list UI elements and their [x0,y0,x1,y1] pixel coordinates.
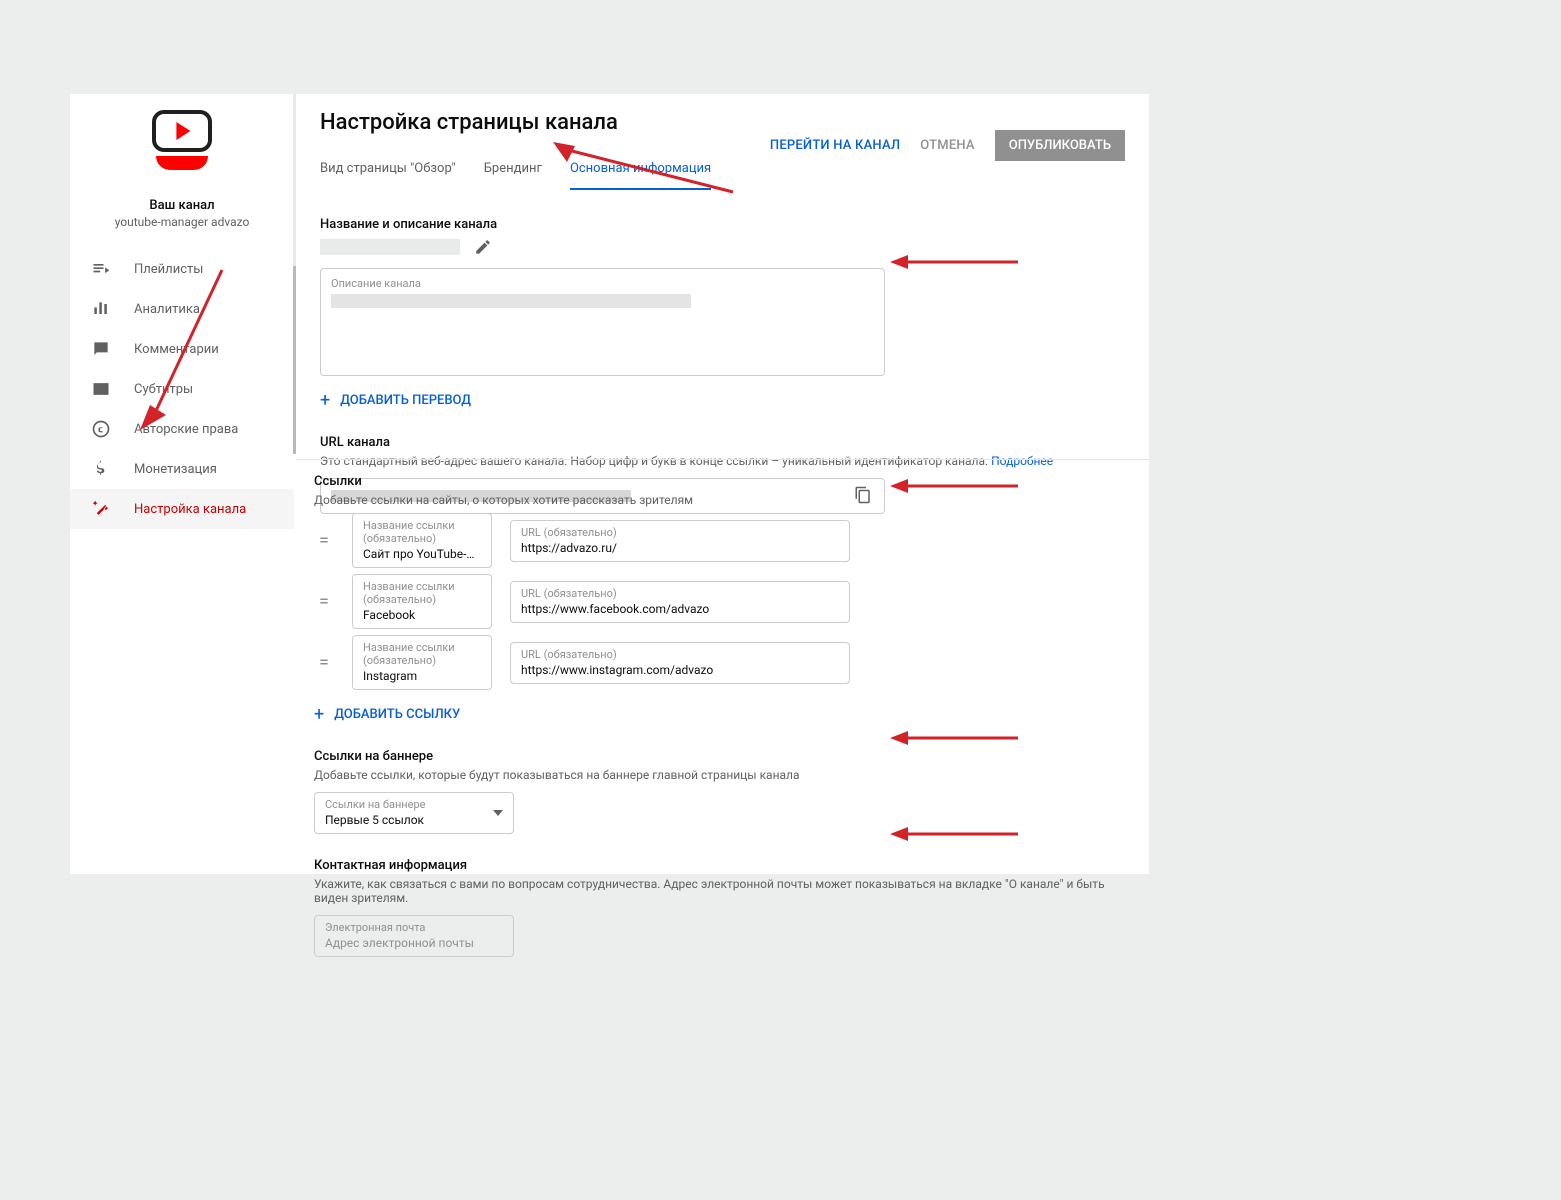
link-row: = Название ссылки (обязательно)Сайт про … [314,513,1125,568]
wand-icon [90,498,112,520]
drag-handle-icon[interactable]: = [314,530,334,551]
learn-more-link[interactable]: Подробнее [991,454,1053,468]
banner-links-select[interactable]: Ссылки на баннере Первые 5 ссылок [314,792,514,834]
sidebar-item-analytics[interactable]: Аналитика [70,289,294,329]
view-channel-link[interactable]: ПЕРЕЙТИ НА КАНАЛ [770,138,900,153]
analytics-icon [90,298,112,320]
link-url-input[interactable]: URL (обязательно)https://www.facebook.co… [510,581,850,623]
drag-handle-icon[interactable]: = [314,591,334,612]
link-url-input[interactable]: URL (обязательно)https://advazo.ru/ [510,520,850,562]
sidebar-item-monetization[interactable]: Монетизация [70,449,294,489]
tab-overview[interactable]: Вид страницы "Обзор" [320,153,456,190]
tab-basic-info[interactable]: Основная информация [570,153,711,190]
contact-section: Контактная информация Укажите, как связа… [314,858,1125,957]
link-name-input[interactable]: Название ссылки (обязательно)Facebook [352,574,492,629]
email-field[interactable]: Электронная почта Адрес электронной почт… [314,915,514,957]
channel-logo [145,110,219,184]
channel-title: Ваш канал [70,198,294,213]
sidebar-item-comments[interactable]: Комментарии [70,329,294,369]
comments-icon [90,338,112,360]
dollar-icon [90,458,112,480]
sidebar-item-copyright[interactable]: Авторские права [70,409,294,449]
name-section: Название и описание канала Описание кана… [320,217,1125,411]
tab-branding[interactable]: Брендинг [484,153,542,190]
banner-section: Ссылки на баннере Добавьте ссылки, котор… [314,749,1125,834]
description-field[interactable]: Описание канала [320,268,885,376]
sidebar-item-playlists[interactable]: Плейлисты [70,249,294,289]
plus-icon: + [320,390,330,411]
add-link-button[interactable]: + ДОБАВИТЬ ССЫЛКУ [314,704,1125,725]
app-shell: Ваш канал youtube-manager advazo Плейлис… [70,94,1149,874]
sidebar-nav: Плейлисты Аналитика Комментарии Субтитры… [70,249,294,529]
drag-handle-icon[interactable]: = [314,652,334,673]
link-url-input[interactable]: URL (обязательно)https://www.instagram.c… [510,642,850,684]
link-row: = Название ссылки (обязательно)Facebook … [314,574,1125,629]
link-row: = Название ссылки (обязательно)Instagram… [314,635,1125,690]
sidebar-item-subtitles[interactable]: Субтитры [70,369,294,409]
chevron-down-icon [493,810,503,816]
channel-subtitle: youtube-manager advazo [70,215,294,229]
channel-name-redacted [320,239,460,255]
links-area: Ссылки Добавьте ссылки на сайты, о котор… [314,474,1125,957]
add-translation-button[interactable]: + ДОБАВИТЬ ПЕРЕВОД [320,390,1125,411]
sidebar: Ваш канал youtube-manager advazo Плейлис… [70,94,294,454]
edit-icon[interactable] [474,238,492,256]
copyright-icon [90,418,112,440]
playlist-icon [90,258,112,280]
subtitles-icon [90,378,112,400]
link-name-input[interactable]: Название ссылки (обязательно)Instagram [352,635,492,690]
publish-button[interactable]: ОПУБЛИКОВАТЬ [995,130,1125,161]
description-redacted [331,294,691,308]
sidebar-item-customize[interactable]: Настройка канала [70,489,294,529]
link-name-input[interactable]: Название ссылки (обязательно)Сайт про Yo… [352,513,492,568]
plus-icon: + [314,704,324,725]
content-divider [296,459,1149,460]
cancel-button[interactable]: ОТМЕНА [920,138,974,153]
